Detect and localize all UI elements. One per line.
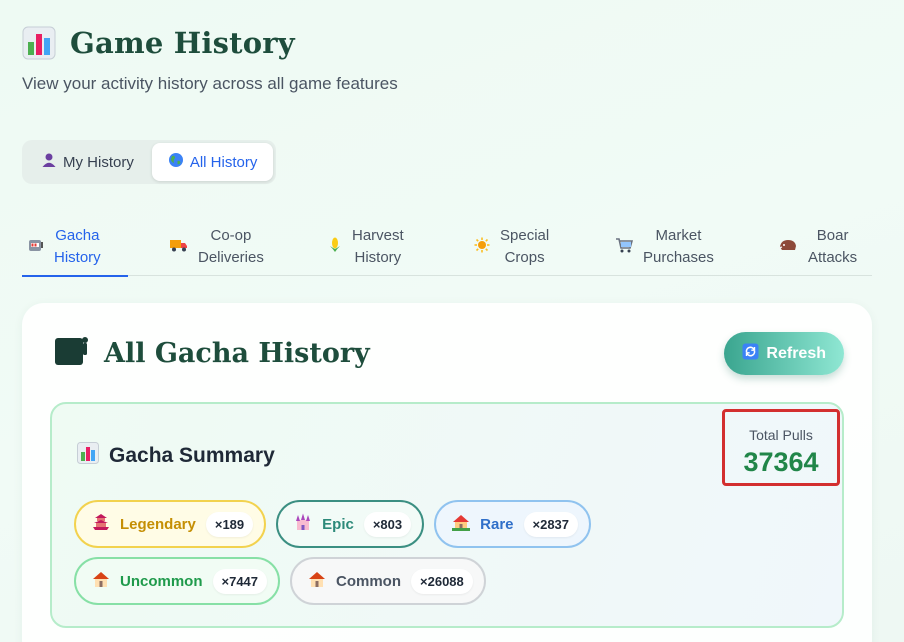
boar-icon — [778, 237, 798, 258]
tab-boar-attacks[interactable]: Boar Attacks — [778, 218, 872, 276]
tab-gacha-history-label: Gacha History — [54, 227, 101, 266]
rarity-row: Uncommon ×7447 Common ×26088 — [74, 557, 486, 605]
refresh-button[interactable]: Refresh — [724, 332, 844, 375]
sun-icon — [474, 237, 490, 258]
bar-chart-icon — [22, 26, 56, 60]
card-title-row: All Gacha History — [54, 335, 370, 372]
castle-icon — [294, 513, 312, 536]
history-tabs: Gacha History Co-op Deliveries Harvest H… — [22, 218, 872, 277]
refresh-label: Refresh — [766, 344, 826, 362]
page-title: Game History — [70, 26, 295, 60]
corn-icon — [328, 237, 342, 258]
total-pulls-label: Total Pulls — [749, 427, 813, 443]
house-icon — [92, 570, 110, 593]
summary-title-row: Gacha Summary — [77, 442, 275, 469]
rarity-label-rare: Rare — [480, 515, 514, 533]
history-scope-toggle: My History All History — [22, 140, 277, 184]
tab-boar-attacks-label: Boar Attacks — [808, 227, 858, 266]
title-row: Game History — [22, 26, 398, 60]
summary-title: Gacha Summary — [109, 443, 275, 467]
tab-co-op-deliveries[interactable]: Co-op Deliveries — [170, 218, 280, 276]
page-subtitle: View your activity history across all ga… — [22, 74, 398, 93]
total-pulls-box: Total Pulls 37364 — [722, 409, 840, 486]
tab-market-purchases[interactable]: Market Purchases — [615, 218, 735, 276]
rarity-chip-rare[interactable]: Rare ×2837 — [434, 500, 592, 548]
rarity-label-uncommon: Uncommon — [120, 572, 203, 590]
tab-gacha-history[interactable]: Gacha History — [22, 218, 128, 277]
house-icon — [308, 570, 326, 593]
truck-icon — [170, 238, 188, 257]
slot-machine-icon — [28, 237, 44, 258]
tab-harvest-history-label: Harvest History — [352, 227, 404, 266]
person-icon — [41, 152, 57, 172]
rarity-count-epic: ×803 — [363, 511, 412, 537]
rarity-label-common: Common — [336, 572, 402, 590]
my-history-button[interactable]: My History — [25, 143, 150, 181]
card-title: All Gacha History — [104, 338, 370, 369]
cart-icon — [615, 237, 634, 258]
rarity-count-common: ×26088 — [411, 568, 473, 594]
tab-market-purchases-label: Market Purchases — [643, 227, 714, 266]
tab-co-op-deliveries-label: Co-op Deliveries — [198, 227, 264, 266]
total-pulls-value: 37364 — [743, 447, 819, 477]
refresh-icon — [742, 343, 759, 365]
pagoda-icon — [92, 513, 110, 536]
all-history-button[interactable]: All History — [151, 143, 274, 181]
rarity-chip-epic[interactable]: Epic ×803 — [276, 500, 425, 548]
page-header: Game History View your activity history … — [22, 26, 398, 94]
house-garden-icon — [452, 513, 471, 536]
tab-special-crops[interactable]: Special Crops — [474, 218, 574, 276]
rarity-chip-uncommon[interactable]: Uncommon ×7447 — [74, 557, 281, 605]
rarity-chip-common[interactable]: Common ×26088 — [290, 557, 486, 605]
tab-harvest-history[interactable]: Harvest History — [328, 218, 438, 276]
rarity-count-legendary: ×189 — [205, 511, 254, 537]
rarity-count-uncommon: ×7447 — [212, 568, 268, 594]
rarity-row: Legendary ×189 Epic ×803 Rare ×2837 — [74, 500, 592, 548]
tab-special-crops-label: Special Crops — [500, 227, 550, 266]
gacha-summary-panel: Gacha Summary Total Pulls 37364 Legendar… — [50, 402, 844, 628]
gacha-history-card: All Gacha History Refresh Gacha Summary … — [22, 303, 872, 642]
globe-icon — [168, 152, 184, 172]
rarity-label-legendary: Legendary — [120, 515, 196, 533]
rarity-label-epic: Epic — [322, 515, 354, 533]
bar-chart-icon — [77, 442, 99, 469]
slot-machine-icon — [54, 335, 90, 372]
all-history-label: All History — [189, 153, 258, 171]
rarity-count-rare: ×2837 — [523, 511, 579, 537]
rarity-chip-legendary[interactable]: Legendary ×189 — [74, 500, 267, 548]
my-history-label: My History — [63, 153, 134, 171]
